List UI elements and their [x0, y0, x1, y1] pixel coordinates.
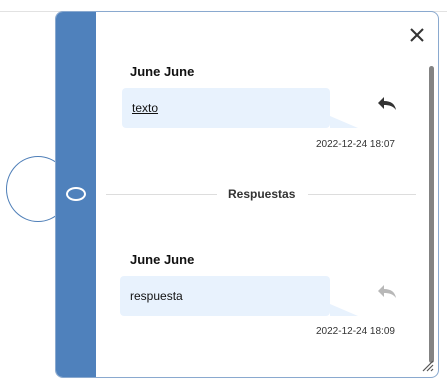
vertical-scrollbar[interactable] — [427, 66, 435, 363]
comment-author: June June — [130, 64, 195, 79]
reply-text: respuesta — [130, 289, 183, 303]
reply-bubble: respuesta — [120, 276, 330, 316]
reply-icon — [378, 285, 396, 298]
responses-heading: Respuestas — [228, 187, 296, 201]
comment-popup: June June texto 2022-12-24 18:07 Respues… — [55, 11, 439, 378]
comment-bubble-tail — [330, 116, 358, 128]
close-icon — [410, 28, 424, 42]
section-divider-right — [308, 194, 416, 195]
reply-button-inactive[interactable] — [376, 282, 398, 300]
resize-handle[interactable] — [420, 358, 434, 372]
reply-bubble-tail — [330, 304, 358, 316]
close-button[interactable] — [408, 26, 426, 44]
comment-text[interactable]: texto — [132, 101, 158, 115]
scrollbar-thumb[interactable] — [429, 66, 434, 363]
reply-button-active[interactable] — [376, 94, 398, 112]
reply-timestamp: 2022-12-24 18:09 — [316, 326, 395, 337]
oval-icon — [66, 187, 86, 201]
reply-icon — [378, 97, 396, 110]
comment-bubble: texto — [122, 88, 330, 128]
popup-left-rail — [56, 12, 96, 377]
comment-timestamp: 2022-12-24 18:07 — [316, 139, 395, 150]
reply-author: June June — [130, 252, 195, 267]
resize-handle-icon — [422, 360, 434, 372]
section-divider-left — [106, 194, 217, 195]
